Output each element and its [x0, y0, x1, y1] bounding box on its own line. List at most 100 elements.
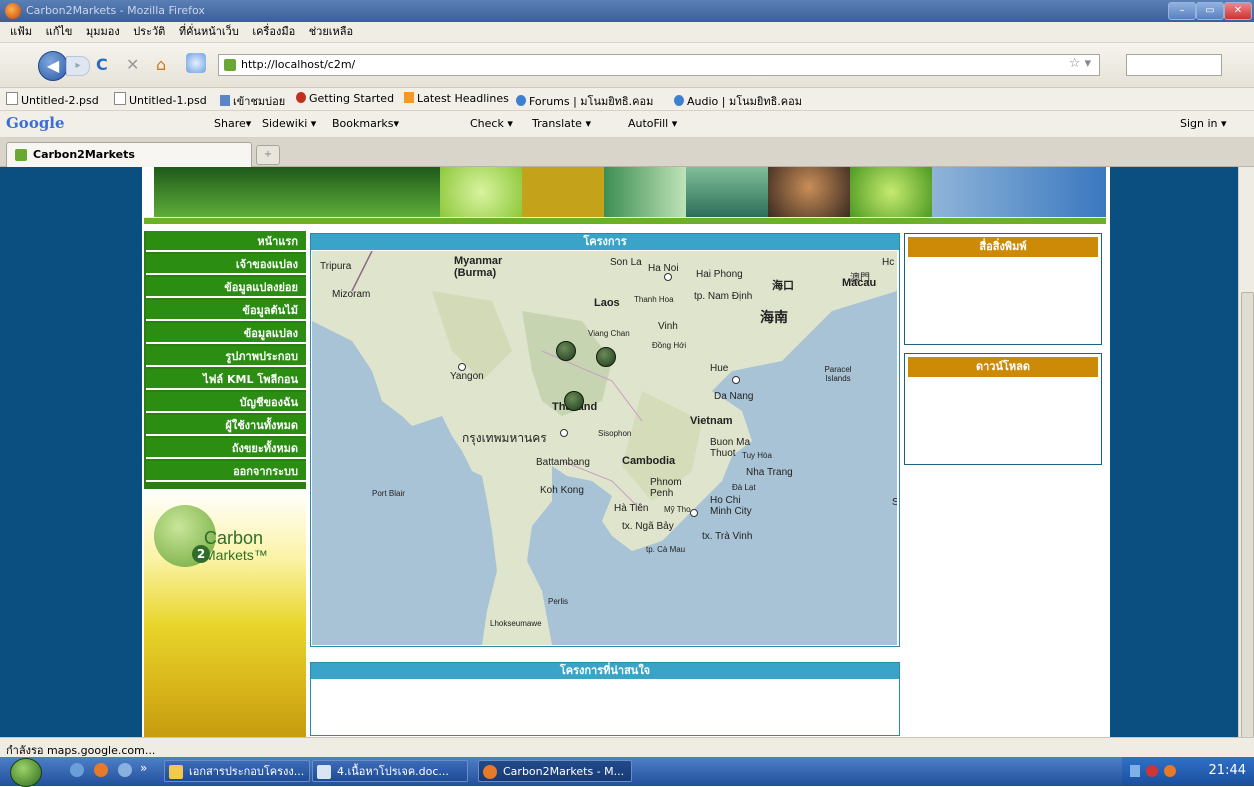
- addon-icon[interactable]: [186, 53, 206, 73]
- nav-all-users[interactable]: ผู้ใช้งานทั้งหมด: [146, 415, 306, 436]
- quicklaunch-show-desktop-icon[interactable]: [118, 763, 132, 777]
- banner-divider: [144, 217, 1106, 224]
- security-icon[interactable]: [1146, 765, 1158, 777]
- bookmark-item[interactable]: Untitled-2.psd: [6, 92, 99, 107]
- map-label: Tripura: [320, 261, 352, 272]
- reload-icon[interactable]: C: [96, 55, 108, 75]
- nav-my-account[interactable]: บัญชีของฉัน: [146, 392, 306, 413]
- autofill-button[interactable]: AutoFill ▾: [628, 117, 677, 130]
- menu-view[interactable]: มุมมอง: [86, 22, 120, 42]
- bookmark-item[interactable]: Audio | มโนมยิทธิ.คอม: [674, 92, 802, 110]
- minimize-button[interactable]: –: [1168, 2, 1196, 20]
- close-button[interactable]: ✕: [1224, 2, 1252, 20]
- taskbar-item-word[interactable]: 4.เนื้อหาโปรเจค.doc...: [312, 760, 468, 782]
- logo-text-markets: Markets™: [204, 547, 268, 563]
- map-label: Đồng Hới: [652, 341, 687, 350]
- vertical-scrollbar[interactable]: [1238, 167, 1254, 744]
- tab-favicon-icon: [15, 149, 27, 161]
- banner-sky: [932, 167, 1106, 217]
- quicklaunch-firefox-icon[interactable]: [94, 763, 108, 777]
- scrollbar-thumb[interactable]: [1241, 292, 1254, 744]
- map-label: tp. Cà Mau: [646, 545, 686, 554]
- status-bar: กำลังรอ maps.google.com...: [0, 737, 1254, 758]
- document-icon: [317, 765, 331, 779]
- nav-subplot-data[interactable]: ข้อมูลแปลงย่อย: [146, 277, 306, 298]
- map-label: Đà Lạt: [732, 483, 756, 492]
- page-icon: [114, 92, 126, 105]
- maximize-button[interactable]: ▭: [1196, 2, 1224, 20]
- network-icon[interactable]: [1130, 765, 1140, 777]
- map-city-dot: [690, 509, 698, 517]
- nav-plot-data[interactable]: ข้อมูลแปลง: [146, 323, 306, 344]
- map-label: (Burma): [454, 267, 497, 279]
- map-label: Ho Chi Minh City: [710, 495, 752, 517]
- map-label: Phnom Penh: [650, 477, 682, 499]
- quicklaunch-more-icon[interactable]: »: [140, 761, 147, 775]
- bookmark-item[interactable]: Getting Started: [296, 92, 394, 105]
- map-label: กรุงเทพมหานคร: [462, 431, 547, 445]
- bookmark-item[interactable]: Forums | มโนมยิทธิ.คอม: [516, 92, 653, 110]
- bookmark-item[interactable]: Untitled-1.psd: [114, 92, 207, 107]
- clock[interactable]: 21:44: [1209, 763, 1246, 778]
- quicklaunch-ie-icon[interactable]: [70, 763, 84, 777]
- nav-plot-owner[interactable]: เจ้าของแปลง: [146, 254, 306, 275]
- nav-kml-polygon[interactable]: ไฟล์ KML โพลีกอน: [146, 369, 306, 390]
- translate-button[interactable]: Translate ▾: [532, 117, 591, 130]
- site-banner: [144, 167, 1106, 217]
- sidewiki-button[interactable]: Sidewiki ▾: [262, 117, 316, 130]
- taskbar-item-firefox[interactable]: Carbon2Markets - M...: [478, 760, 632, 782]
- projects-map[interactable]: Tripura Myanmar (Burma) Mizoram Son La H…: [312, 251, 897, 645]
- project-marker[interactable]: [556, 341, 576, 361]
- tray-app-icon[interactable]: [1164, 765, 1176, 777]
- start-button[interactable]: [10, 758, 42, 787]
- sidebar-logo-area: Carbon Markets™ 2: [144, 489, 306, 737]
- menu-file[interactable]: แฟ้ม: [10, 22, 32, 42]
- projects-title: โครงการ: [311, 234, 899, 250]
- home-icon[interactable]: ⌂: [156, 55, 166, 75]
- banner-plants: [686, 167, 768, 217]
- map-label: Mỹ Tho: [664, 505, 691, 514]
- gbookmarks-button[interactable]: Bookmarks▾: [332, 117, 399, 130]
- share-button[interactable]: Share▾: [214, 117, 251, 130]
- menu-tools[interactable]: เครื่องมือ: [252, 22, 295, 42]
- google-logo[interactable]: Google: [6, 114, 65, 132]
- menu-bookmarks[interactable]: ที่คั่นหน้าเว็บ: [179, 22, 239, 42]
- url-bar[interactable]: http://localhost/c2m/ ☆ ▾: [218, 54, 1100, 76]
- bookmark-item[interactable]: Latest Headlines: [404, 92, 509, 105]
- banner-bamboo: [604, 167, 686, 217]
- map-label: Yangon: [450, 371, 484, 382]
- map-label: Koh Kong: [540, 485, 584, 496]
- bookmark-item[interactable]: เข้าชมบ่อย: [220, 92, 285, 110]
- map-label: Hai Phong: [696, 269, 743, 280]
- nav-tree-data[interactable]: ข้อมูลต้นไม้: [146, 300, 306, 321]
- nav-images[interactable]: รูปภาพประกอบ: [146, 346, 306, 367]
- signin-button[interactable]: Sign in ▾: [1180, 117, 1227, 130]
- new-tab-button[interactable]: +: [256, 145, 280, 165]
- map-label: Nha Trang: [746, 467, 793, 478]
- menu-history[interactable]: ประวัติ: [133, 22, 165, 42]
- project-marker[interactable]: [596, 347, 616, 367]
- map-label: Viang Chan: [588, 329, 630, 338]
- map-land-svg: [312, 251, 897, 645]
- back-button[interactable]: ◀: [38, 51, 68, 81]
- map-label: tx. Trà Vinh: [702, 531, 753, 542]
- banner-forest: [154, 167, 440, 217]
- map-label: Ha Noi: [648, 263, 679, 274]
- map-label: tp. Nam Định: [694, 291, 753, 302]
- firefox-icon: [483, 765, 497, 779]
- tab-carbon2markets[interactable]: Carbon2Markets: [6, 142, 252, 167]
- menu-help[interactable]: ช่วยเหลือ: [309, 22, 353, 42]
- nav-home[interactable]: หน้าแรก: [146, 231, 306, 252]
- stop-icon[interactable]: ✕: [126, 55, 139, 75]
- search-input[interactable]: [1126, 54, 1222, 76]
- check-button[interactable]: Check ▾: [470, 117, 513, 130]
- menu-edit[interactable]: แก้ไข: [46, 22, 73, 42]
- nav-trash[interactable]: ถังขยะทั้งหมด: [146, 438, 306, 459]
- forward-button[interactable]: ▸: [66, 56, 90, 76]
- taskbar-item-folder[interactable]: เอกสารประกอบโครงง...: [164, 760, 310, 782]
- map-label: Port Blair: [372, 489, 405, 498]
- project-marker[interactable]: [564, 391, 584, 411]
- nav-logout[interactable]: ออกจากระบบ: [146, 461, 306, 482]
- folder-icon: [169, 765, 183, 779]
- bookmark-star-icon[interactable]: ☆ ▾: [1069, 56, 1091, 71]
